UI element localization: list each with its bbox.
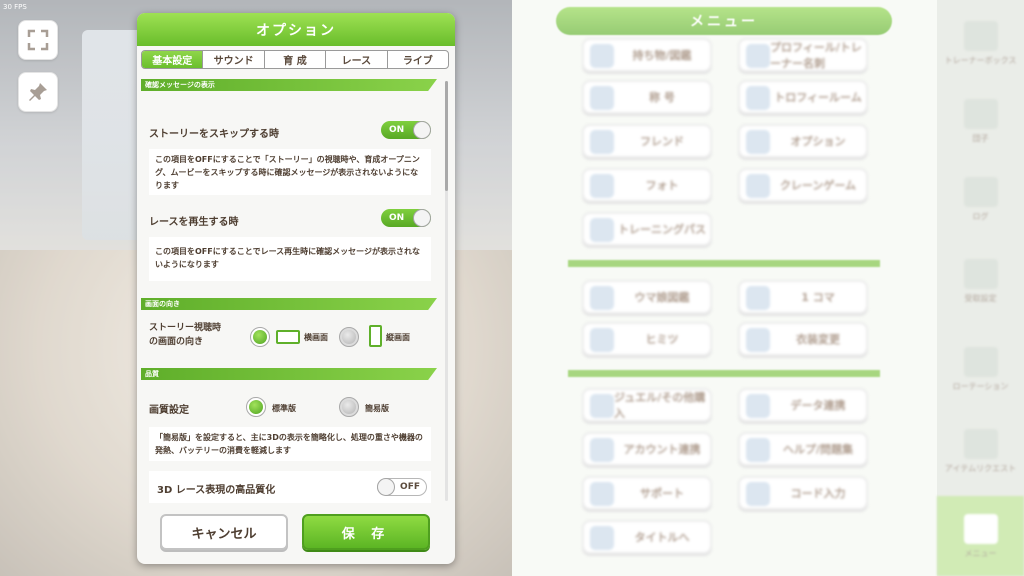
- section-confirm: 確認メッセージの表示: [141, 79, 437, 91]
- orientation-label-2: の画面の向き: [149, 337, 204, 347]
- race-hq-toggle[interactable]: OFF: [377, 478, 427, 496]
- scroll-thumb[interactable]: [445, 81, 448, 191]
- dialog-title: オプション: [137, 13, 455, 46]
- portrait-icon: [369, 325, 382, 347]
- story-skip-desc: この項目をOFFにすることで「ストーリー」の視聴時や、育成オープニング、ムービー…: [149, 149, 431, 195]
- story-skip-toggle[interactable]: ON: [381, 121, 431, 139]
- orientation-label: ストーリー視聴時 の画面の向き: [149, 321, 221, 349]
- quality-label: 画質設定: [149, 405, 189, 416]
- section-quality: 品質: [141, 368, 437, 380]
- tab-sound[interactable]: サウンド: [202, 51, 263, 68]
- options-content[interactable]: 確認メッセージの表示 ストーリーをスキップする時 ON この項目をOFFにするこ…: [141, 77, 441, 503]
- quality-desc: 「簡易版」を設定すると、主に3Dの表示を簡略化し、処理の重さや機器の発熱、バッテ…: [149, 427, 431, 461]
- toggle-state: ON: [389, 213, 405, 223]
- portrait-radio[interactable]: [339, 327, 359, 347]
- landscape-radio[interactable]: [250, 327, 270, 347]
- landscape-label: 横画面: [304, 333, 328, 342]
- toggle-state: ON: [389, 125, 405, 135]
- toggle-state: OFF: [400, 482, 420, 492]
- quality-standard-radio[interactable]: [246, 397, 266, 417]
- quality-standard-label: 標準版: [272, 404, 296, 413]
- options-tabs: 基本設定 サウンド 育 成 レース ライブ: [141, 50, 449, 69]
- toggle-knob: [413, 209, 431, 227]
- orientation-label-1: ストーリー視聴時: [149, 323, 222, 333]
- toggle-knob: [413, 121, 431, 139]
- toggle-knob: [377, 478, 395, 496]
- portrait-label: 縦画面: [386, 333, 410, 342]
- options-dialog: オプション 基本設定 サウンド 育 成 レース ライブ 確認メッセージの表示 ス…: [137, 13, 455, 564]
- race-play-label: レースを再生する時: [149, 217, 239, 228]
- section-orientation: 画面の向き: [141, 298, 437, 310]
- cancel-button[interactable]: キャンセル: [160, 514, 288, 550]
- race-play-toggle[interactable]: ON: [381, 209, 431, 227]
- options-scrollbar[interactable]: [445, 81, 448, 501]
- tab-basic[interactable]: 基本設定: [142, 51, 203, 68]
- tab-race[interactable]: レース: [325, 51, 386, 68]
- save-button[interactable]: 保 存: [302, 514, 430, 550]
- race-play-desc: この項目をOFFにすることでレース再生時に確認メッセージが表示されないようになり…: [149, 237, 431, 281]
- tab-training[interactable]: 育 成: [263, 51, 325, 68]
- quality-simple-label: 簡易版: [365, 404, 389, 413]
- race-hq-label: 3D レース表現の高品質化: [157, 485, 276, 496]
- tab-live[interactable]: ライブ: [386, 51, 448, 68]
- fps-counter: 30 FPS: [3, 3, 27, 11]
- landscape-icon: [276, 330, 300, 344]
- story-skip-label: ストーリーをスキップする時: [149, 129, 279, 140]
- quality-simple-radio[interactable]: [339, 397, 359, 417]
